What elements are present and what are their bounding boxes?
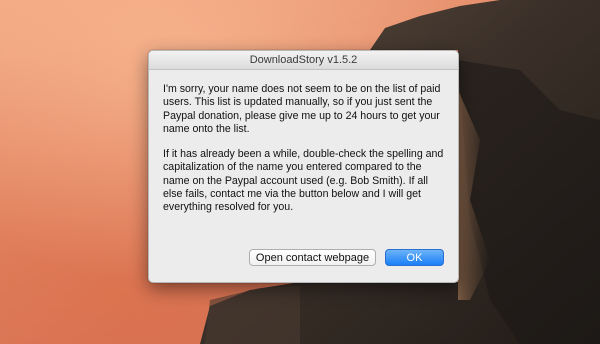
message-paragraph-1: I'm sorry, your name does not seem to be… xyxy=(163,83,441,135)
open-contact-webpage-button[interactable]: Open contact webpage xyxy=(249,249,376,266)
message-paragraph-2: If it has already been a while, double-c… xyxy=(163,148,444,214)
ok-button[interactable]: OK xyxy=(385,249,444,266)
alert-dialog: DownloadStory v1.5.2 I'm sorry, your nam… xyxy=(148,50,459,283)
dialog-title: DownloadStory v1.5.2 xyxy=(149,51,458,70)
dialog-message: I'm sorry, your name does not seem to be… xyxy=(163,83,447,227)
